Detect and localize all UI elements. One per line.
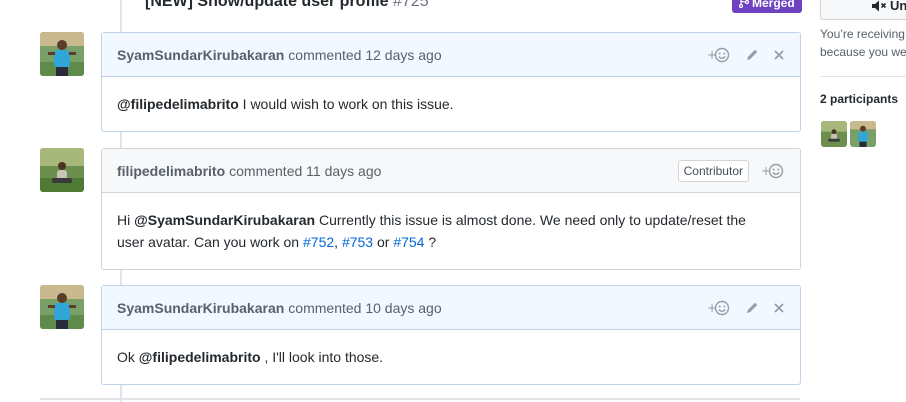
comment-text: , [334, 234, 342, 250]
unsubscribe-label: Un [890, 0, 906, 13]
merged-badge: Merged [732, 0, 802, 13]
comment-text: Hi [117, 212, 135, 228]
avatar-image [40, 148, 84, 192]
avatar-image [40, 32, 84, 76]
issue-link-754[interactable]: #754 [393, 234, 424, 250]
referenced-pr-title[interactable]: [NEW] Show/update user profile #725 [145, 0, 429, 11]
close-icon[interactable] [773, 298, 785, 318]
comment-text: I would wish to work on this issue. [238, 96, 454, 112]
user-mention[interactable]: @SyamSundarKirubakaran [134, 212, 315, 228]
add-reaction-icon[interactable]: + [707, 45, 731, 65]
participant-avatar[interactable] [850, 121, 876, 147]
avatar-image [40, 285, 84, 329]
comment-line-2: user avatar. Can you work on #752, #753 … [117, 231, 785, 253]
avatar-syamsundarkirubakaran[interactable] [40, 32, 84, 76]
pr-number[interactable]: #725 [393, 0, 429, 10]
contributor-badge: Contributor [677, 159, 749, 182]
comment-body: @filipedelimabrito I would wish to work … [102, 77, 800, 131]
pr-title-text[interactable]: [NEW] Show/update user profile [145, 0, 389, 10]
notification-reason-line: because you we [820, 45, 906, 59]
comment-3: SyamSundarKirubakaran commented 10 days … [101, 285, 801, 385]
comment-text: user avatar. Can you work on [117, 234, 303, 250]
issue-link-752[interactable]: #752 [303, 234, 334, 250]
comment-text: ? [424, 234, 437, 250]
notification-reason: You’re receiving because you we [820, 25, 906, 61]
add-reaction-icon[interactable]: + [707, 298, 731, 318]
pencil-icon[interactable] [745, 298, 759, 318]
user-mention[interactable]: @filipedelimabrito [139, 349, 261, 365]
comment-1: SyamSundarKirubakaran commented 12 days … [101, 32, 801, 132]
user-mention[interactable]: @filipedelimabrito [117, 96, 239, 112]
add-reaction-icon[interactable]: + [761, 161, 785, 181]
issue-link-753[interactable]: #753 [342, 234, 373, 250]
mute-icon [872, 0, 887, 12]
close-icon[interactable] [773, 45, 785, 65]
timeline-line [120, 0, 122, 32]
notification-reason-line: You’re receiving [820, 27, 905, 41]
participant-avatar[interactable] [821, 121, 847, 147]
pencil-icon[interactable] [745, 45, 759, 65]
merged-label: Merged [752, 0, 795, 10]
participants-heading: 2 participants [820, 92, 899, 106]
comment-author[interactable]: SyamSundarKirubakaran [117, 300, 284, 316]
comment-line-1: Hi @SyamSundarKirubakaran Currently this… [117, 209, 785, 231]
avatar-syamsundarkirubakaran[interactable] [40, 285, 84, 329]
timeline-divider [40, 398, 800, 400]
comment-header: filipedelimabrito commented 11 days ago … [102, 149, 800, 193]
comment-timestamp[interactable]: commented 11 days ago [229, 163, 381, 179]
comment-text: or [373, 234, 394, 250]
sidebar-divider [820, 76, 906, 77]
comment-timestamp[interactable]: commented 10 days ago [288, 300, 441, 316]
comment-body: Hi @SyamSundarKirubakaran Currently this… [102, 193, 800, 269]
comment-timestamp[interactable]: commented 12 days ago [288, 47, 441, 63]
comment-header: SyamSundarKirubakaran commented 10 days … [102, 286, 800, 330]
git-merge-icon [738, 0, 750, 9]
comment-author[interactable]: SyamSundarKirubakaran [117, 47, 284, 63]
avatar-filipedelimabrito[interactable] [40, 148, 84, 192]
comment-body: Ok @filipedelimabrito , I'll look into t… [102, 330, 800, 384]
comment-text: Currently this issue is almost done. We … [315, 212, 746, 228]
comment-text: Ok [117, 349, 139, 365]
comment-2: filipedelimabrito commented 11 days ago … [101, 148, 801, 270]
comment-header: SyamSundarKirubakaran commented 12 days … [102, 33, 800, 77]
unsubscribe-button[interactable]: Un [820, 0, 906, 20]
comment-author[interactable]: filipedelimabrito [117, 163, 225, 179]
comment-text: , I'll look into those. [260, 349, 384, 365]
